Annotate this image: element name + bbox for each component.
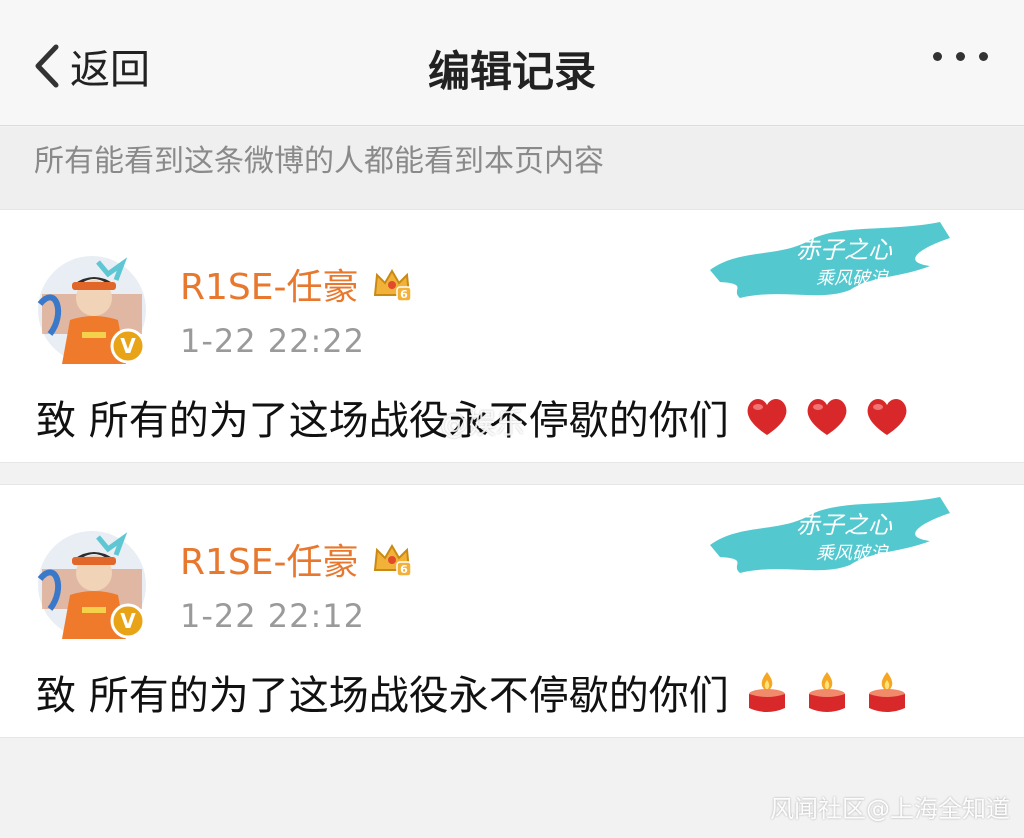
username-link[interactable]: R1SE-任豪 [180,533,359,585]
username-link[interactable]: R1SE-任豪 [180,258,359,310]
user-info: R1SE-任豪 6 [180,533,413,585]
svg-text:赤子之心: 赤子之心 [796,511,893,539]
svg-text:乘风破浪: 乘风破浪 [816,543,889,564]
svg-text:V: V [120,609,136,633]
candle-icon [808,672,845,712]
svg-text:6: 6 [400,563,408,576]
post-time: 1-22 22:22 [180,322,366,360]
crown-badge-icon[interactable]: 6 [371,540,413,578]
post-content: 致 所有的为了这场战役永不停歇的你们 [36,663,911,721]
post-text: 致 所有的为了这场战役永不停歇的你们 [36,398,729,444]
event-banner-logo: 赤子之心 乘风破浪 [710,497,950,573]
svg-text:V: V [120,334,136,358]
candle-icon [868,672,905,712]
candle-icon [748,672,785,712]
visibility-notice: 所有能看到这条微博的人都能看到本页内容 [0,127,1024,209]
watermark-overlay: @娱乐 [440,407,525,440]
event-banner-logo: 赤子之心 乘风破浪 [710,222,950,298]
heart-icon [747,399,787,435]
svg-text:6: 6 [400,288,408,301]
avatar[interactable]: V [36,254,148,366]
heart-icon [807,399,847,435]
svg-text:赤子之心: 赤子之心 [796,236,893,264]
crown-badge-icon[interactable]: 6 [371,265,413,303]
heart-icon [867,399,907,435]
edit-record-item: 赤子之心 乘风破浪 V R1SE-任豪 6 1-22 22:12 致 所有的为了… [0,484,1024,738]
user-info: R1SE-任豪 6 [180,258,413,310]
dot-icon [979,52,988,61]
dot-icon [933,52,942,61]
post-text: 致 所有的为了这场战役永不停歇的你们 [36,673,729,719]
nav-header: 返回 编辑记录 [0,0,1024,126]
avatar[interactable]: V [36,529,148,641]
more-options-button[interactable] [933,52,988,61]
dot-icon [956,52,965,61]
page-title: 编辑记录 [427,47,596,96]
post-time: 1-22 22:12 [180,597,366,635]
watermark: 风闻社区@上海全知道 [770,795,1010,823]
svg-text:乘风破浪: 乘风破浪 [816,268,889,289]
